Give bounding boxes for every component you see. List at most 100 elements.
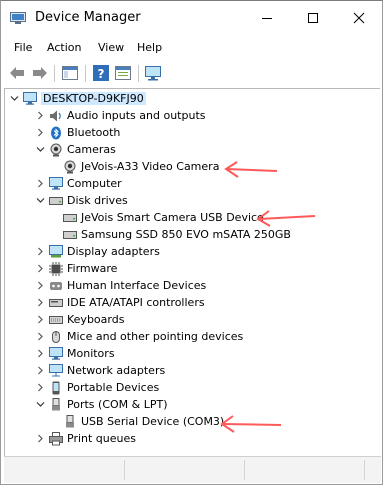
- device-usb-serial-com3[interactable]: USB Serial Device (COM3): [63, 413, 224, 430]
- chip-icon: [49, 261, 63, 276]
- svg-text:?: ?: [98, 67, 105, 81]
- tree-node-mice[interactable]: Mice and other pointing devices: [35, 328, 243, 345]
- forward-button[interactable]: [30, 64, 50, 82]
- tree-node-computer[interactable]: Computer: [35, 175, 122, 192]
- camera-icon: [63, 160, 77, 174]
- status-bar: [4, 456, 381, 483]
- mouse-icon: [49, 330, 63, 344]
- device-jevois-video-camera[interactable]: JeVois-A33 Video Camera: [63, 158, 219, 175]
- hid-icon: [49, 279, 63, 293]
- tree-node-label: Disk drives: [67, 194, 128, 207]
- tree-node-cameras[interactable]: Cameras: [35, 141, 116, 158]
- chevron-right-icon[interactable]: [35, 315, 45, 325]
- tree-node-network-adapters[interactable]: Network adapters: [35, 362, 165, 379]
- tree-node-label: Human Interface Devices: [67, 279, 207, 292]
- tree-node-keyboards[interactable]: Keyboards: [35, 311, 124, 328]
- show-hide-console-tree-button[interactable]: [60, 64, 80, 82]
- tree-node-label: Display adapters: [67, 245, 160, 258]
- tree-node-ports[interactable]: Ports (COM & LPT): [35, 396, 168, 413]
- chevron-right-icon[interactable]: [35, 434, 45, 444]
- chevron-down-icon[interactable]: [9, 94, 19, 104]
- properties-icon: [115, 66, 131, 80]
- tree-node-print-queues[interactable]: Print queues: [35, 430, 136, 447]
- chevron-right-icon[interactable]: [35, 349, 45, 359]
- tree-node-monitors[interactable]: Monitors: [35, 345, 115, 362]
- bluetooth-icon: [49, 126, 63, 140]
- chevron-down-icon[interactable]: [35, 145, 45, 155]
- device-label: USB Serial Device (COM3): [81, 415, 225, 428]
- chevron-down-icon[interactable]: [35, 400, 45, 410]
- speaker-icon: [49, 109, 63, 123]
- maximize-button[interactable]: [290, 1, 336, 35]
- ide-controller-icon: [49, 296, 63, 310]
- tree-node-disk-drives[interactable]: Disk drives: [35, 192, 128, 209]
- tree-node-label: Mice and other pointing devices: [67, 330, 244, 343]
- chevron-right-icon[interactable]: [35, 247, 45, 257]
- menu-action[interactable]: Action: [47, 41, 81, 54]
- tree-node-audio[interactable]: Audio inputs and outputs: [35, 107, 206, 124]
- tree-node-label: Ports (COM & LPT): [67, 398, 168, 411]
- console-tree-icon: [62, 66, 78, 80]
- status-bar-pane: [124, 460, 245, 480]
- chevron-right-icon[interactable]: [35, 179, 45, 189]
- tree-node-label: IDE ATA/ATAPI controllers: [67, 296, 205, 309]
- chevron-right-icon[interactable]: [35, 332, 45, 342]
- port-icon: [49, 397, 63, 412]
- tree-node-portable-devices[interactable]: Portable Devices: [35, 379, 159, 396]
- device-label: JeVois-A33 Video Camera: [81, 160, 220, 173]
- tree-node-label: Portable Devices: [67, 381, 160, 394]
- chevron-right-icon[interactable]: [35, 281, 45, 291]
- display-adapter-icon: [49, 245, 63, 259]
- menu-help[interactable]: Help: [137, 41, 162, 54]
- tree-root[interactable]: DESKTOP-D9KFJ90: [9, 90, 146, 107]
- port-icon: [63, 414, 77, 429]
- tree-node-label: Audio inputs and outputs: [67, 109, 206, 122]
- annotation-arrow: [256, 210, 316, 227]
- tree-node-ide-controllers[interactable]: IDE ATA/ATAPI controllers: [35, 294, 205, 311]
- close-icon: [353, 12, 365, 24]
- chevron-right-icon[interactable]: [35, 264, 45, 274]
- tree-node-bluetooth[interactable]: Bluetooth: [35, 124, 120, 141]
- chevron-right-icon[interactable]: [35, 128, 45, 138]
- chevron-right-icon[interactable]: [35, 383, 45, 393]
- status-bar-pane: [4, 460, 125, 480]
- toolbar-separator: [54, 65, 55, 82]
- scan-for-hardware-changes-button[interactable]: [143, 64, 163, 82]
- tree-node-label: Firmware: [67, 262, 118, 275]
- menu-file[interactable]: File: [14, 41, 32, 54]
- chevron-right-icon[interactable]: [35, 111, 45, 121]
- tree-node-firmware[interactable]: Firmware: [35, 260, 117, 277]
- menu-view[interactable]: View: [98, 41, 124, 54]
- chevron-down-icon[interactable]: [35, 196, 45, 206]
- close-button[interactable]: [336, 1, 382, 35]
- tree-node-label: Monitors: [67, 347, 115, 360]
- device-samsung-ssd[interactable]: Samsung SSD 850 EVO mSATA 250GB: [63, 226, 291, 243]
- tree-node-label: Cameras: [67, 143, 116, 156]
- keyboard-icon: [49, 313, 63, 327]
- minimize-button[interactable]: [244, 1, 290, 35]
- tree-root-label: DESKTOP-D9KFJ90: [41, 92, 146, 105]
- disk-drive-icon: [49, 194, 63, 208]
- status-bar-pane: [244, 460, 365, 480]
- network-icon: [49, 364, 63, 378]
- annotation-arrow: [224, 161, 278, 178]
- maximize-icon: [308, 13, 318, 23]
- tree-node-label: Print queues: [67, 432, 136, 445]
- tree-node-display-adapters[interactable]: Display adapters: [35, 243, 160, 260]
- disk-drive-icon: [63, 211, 77, 225]
- tree-node-label: Bluetooth: [67, 126, 121, 139]
- tree-node-label: Keyboards: [67, 313, 125, 326]
- monitor-icon: [49, 347, 63, 361]
- device-jevois-usb-disk[interactable]: JeVois Smart Camera USB Device: [63, 209, 264, 226]
- minimize-icon: [262, 18, 272, 19]
- back-button[interactable]: [7, 64, 27, 82]
- chevron-right-icon[interactable]: [35, 366, 45, 376]
- tree-node-hid[interactable]: Human Interface Devices: [35, 277, 206, 294]
- portable-device-icon: [49, 381, 63, 395]
- properties-button[interactable]: [113, 64, 133, 82]
- monitor-scan-icon: [145, 66, 161, 81]
- computer-icon: [23, 92, 37, 106]
- help-icon: ?: [93, 65, 109, 81]
- help-button[interactable]: ?: [91, 64, 111, 82]
- chevron-right-icon[interactable]: [35, 298, 45, 308]
